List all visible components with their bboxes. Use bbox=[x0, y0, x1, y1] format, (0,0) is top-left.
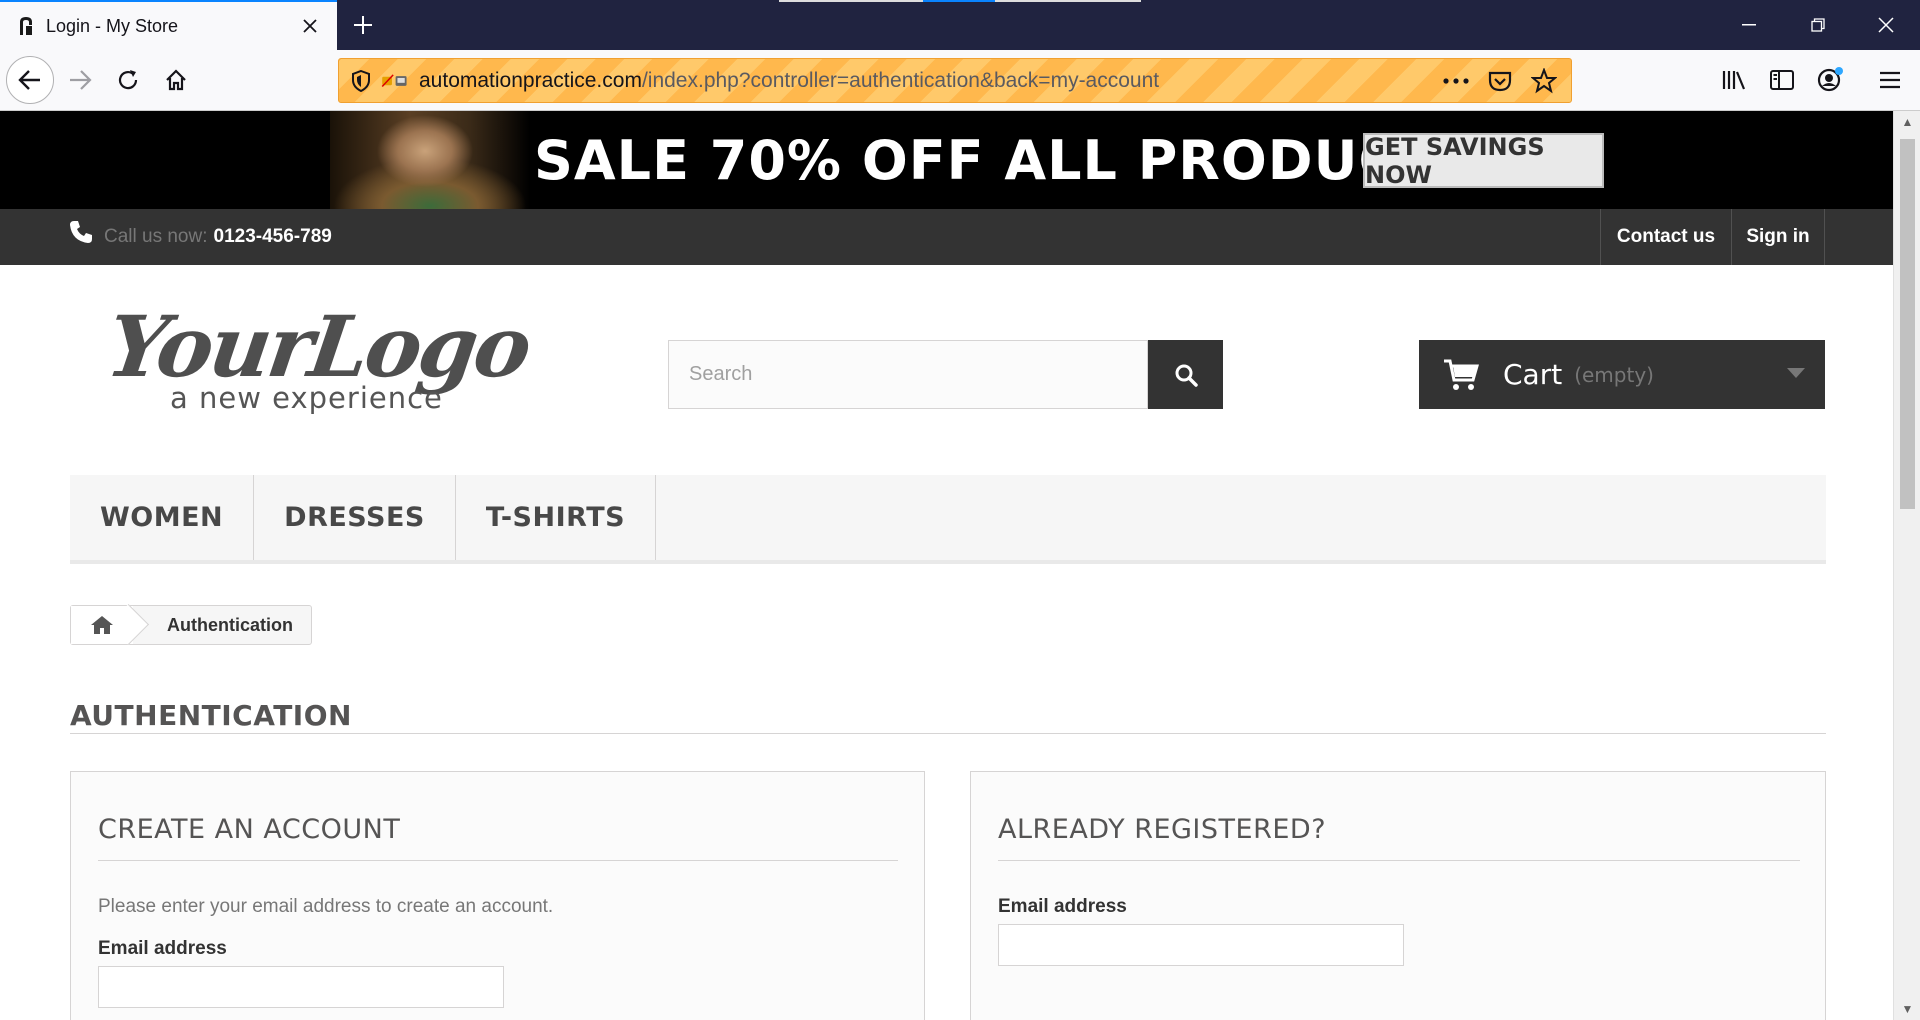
get-savings-button[interactable]: GET SAVINGS NOW bbox=[1363, 133, 1604, 189]
camera-blocked-icon[interactable] bbox=[381, 67, 409, 95]
browser-navbar: automationpractice.com/index.php?control… bbox=[0, 50, 1920, 111]
top-contact-bar: Call us now: 0123-456-789 Contact us Sig… bbox=[0, 209, 1893, 265]
sidebar-icon[interactable] bbox=[1764, 62, 1800, 98]
caret-down-icon bbox=[1787, 368, 1805, 378]
cart-label: Cart bbox=[1503, 358, 1563, 391]
pocket-icon[interactable] bbox=[1483, 64, 1517, 98]
tab-loading-indicator bbox=[779, 0, 923, 2]
search-input[interactable] bbox=[668, 340, 1148, 409]
banner-model-photo bbox=[330, 111, 530, 209]
close-window-icon[interactable] bbox=[1851, 0, 1920, 50]
page-viewport: SALE 70% OFF ALL PRODUCTS GET SAVINGS NO… bbox=[0, 111, 1920, 1020]
search-button[interactable] bbox=[1148, 340, 1223, 409]
phone-number: 0123-456-789 bbox=[213, 226, 332, 247]
hamburger-menu-icon[interactable] bbox=[1872, 62, 1908, 98]
login-box: ALREADY REGISTERED? Email address bbox=[970, 771, 1826, 1020]
cart-status: (empty) bbox=[1574, 362, 1654, 387]
box-divider bbox=[998, 860, 1800, 861]
call-us: Call us now: 0123-456-789 bbox=[68, 209, 332, 265]
breadcrumb: Authentication bbox=[70, 605, 312, 645]
box-divider bbox=[98, 860, 898, 861]
tab-favicon-icon bbox=[16, 16, 36, 36]
home-icon[interactable] bbox=[152, 56, 200, 104]
close-icon[interactable] bbox=[297, 13, 323, 39]
menu-item-women[interactable]: WOMEN bbox=[70, 475, 255, 560]
page-scrollbar[interactable]: ▲ ▼ bbox=[1893, 111, 1920, 1020]
logo-tagline: a new experience bbox=[170, 381, 443, 415]
menu-item-dresses[interactable]: DRESSES bbox=[254, 475, 456, 560]
search-icon bbox=[1175, 364, 1198, 387]
tab-login[interactable]: Login - My Store bbox=[0, 0, 337, 50]
login-email-input[interactable] bbox=[998, 924, 1404, 966]
create-email-input[interactable] bbox=[98, 966, 504, 1008]
create-account-instructions: Please enter your email address to creat… bbox=[98, 896, 554, 917]
url-path: /index.php?controller=authentication&bac… bbox=[641, 68, 1160, 92]
menu-item-t-shirts[interactable]: T-SHIRTS bbox=[456, 475, 657, 560]
forward-arrow-icon[interactable] bbox=[56, 56, 104, 104]
tab-loading-indicator bbox=[995, 0, 1141, 2]
heading-divider bbox=[70, 733, 1826, 734]
breadcrumb-home-link[interactable] bbox=[71, 606, 133, 644]
cart-dropdown[interactable]: Cart (empty) bbox=[1419, 340, 1825, 409]
url-text[interactable]: automationpractice.com/index.php?control… bbox=[419, 69, 1439, 93]
breadcrumb-home-icon bbox=[91, 616, 113, 634]
shield-icon[interactable] bbox=[347, 67, 375, 95]
minimize-icon[interactable] bbox=[1714, 0, 1783, 50]
scroll-down-icon[interactable]: ▼ bbox=[1894, 998, 1920, 1020]
account-icon[interactable] bbox=[1812, 62, 1848, 98]
contact-us-link[interactable]: Contact us bbox=[1600, 209, 1731, 265]
tab-loading-indicator bbox=[923, 0, 995, 2]
site-header: YourLogo a new experience Cart (empty) bbox=[0, 265, 1893, 475]
category-menu: WOMEN DRESSES T-SHIRTS bbox=[70, 475, 1826, 564]
library-icon[interactable] bbox=[1716, 62, 1752, 98]
create-email-label: Email address bbox=[98, 938, 227, 959]
search-form bbox=[668, 340, 1224, 409]
url-bar[interactable]: automationpractice.com/index.php?control… bbox=[338, 58, 1572, 103]
breadcrumb-current: Authentication bbox=[167, 614, 293, 635]
meatball-menu-icon[interactable] bbox=[1439, 64, 1473, 98]
already-registered-title: ALREADY REGISTERED? bbox=[998, 814, 1327, 845]
restore-icon[interactable] bbox=[1783, 0, 1852, 50]
back-arrow-icon[interactable] bbox=[6, 56, 54, 104]
promo-banner[interactable]: SALE 70% OFF ALL PRODUCTS GET SAVINGS NO… bbox=[0, 111, 1893, 209]
login-email-label: Email address bbox=[998, 896, 1127, 917]
create-account-box: CREATE AN ACCOUNT Please enter your emai… bbox=[70, 771, 925, 1020]
browser-titlebar: Login - My Store bbox=[0, 0, 1920, 50]
scroll-up-icon[interactable]: ▲ bbox=[1894, 111, 1920, 133]
banner-headline: SALE 70% OFF ALL PRODUCTS bbox=[534, 129, 1477, 192]
store-logo[interactable]: YourLogo a new experience bbox=[101, 297, 535, 415]
sign-in-link[interactable]: Sign in bbox=[1731, 209, 1825, 265]
tab-title: Login - My Store bbox=[46, 15, 179, 36]
reload-icon[interactable] bbox=[104, 56, 152, 104]
bookmark-star-icon[interactable] bbox=[1527, 64, 1561, 98]
page-title: AUTHENTICATION bbox=[70, 699, 352, 732]
url-domain: automationpractice.com bbox=[419, 68, 642, 92]
create-account-title: CREATE AN ACCOUNT bbox=[98, 814, 401, 845]
shopping-cart-icon bbox=[1444, 359, 1479, 390]
phone-icon bbox=[70, 221, 92, 243]
scrollbar-thumb[interactable] bbox=[1900, 139, 1915, 509]
plus-icon[interactable] bbox=[348, 10, 378, 40]
call-us-label: Call us now: bbox=[104, 226, 208, 247]
